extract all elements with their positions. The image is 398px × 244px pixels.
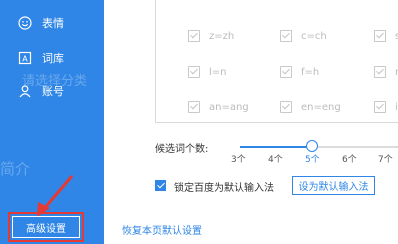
fuzzy-label: f=h	[301, 66, 320, 78]
lock-default-ime-label: 锁定百度为默认输入法	[174, 183, 274, 194]
ghost-intro-text: 简介	[0, 160, 31, 178]
checkbox[interactable]	[280, 66, 292, 78]
fuzzy-label: en=eng	[301, 101, 341, 113]
user-icon	[18, 84, 32, 98]
sidebar-item-label: 表情	[42, 17, 64, 30]
candidate-count-label: 候选词个数:	[155, 144, 209, 155]
slider-tick: 6个	[342, 155, 357, 165]
fuzzy-option[interactable]: an=ang	[188, 101, 249, 113]
fuzzy-option[interactable]: c=ch	[280, 30, 327, 42]
sidebar-item-label: 词库	[42, 52, 64, 65]
svg-text:A: A	[22, 55, 28, 64]
set-default-ime-button[interactable]: 设为默认输入法	[292, 176, 375, 195]
fuzzy-label: c=ch	[301, 30, 327, 42]
checkbox[interactable]	[280, 101, 292, 113]
fuzzy-option[interactable]: z=zh	[188, 30, 234, 42]
checkbox[interactable]	[188, 66, 200, 78]
fuzzy-option[interactable]: s	[374, 30, 398, 42]
candidate-slider-track[interactable]	[240, 146, 398, 148]
sidebar: 表情 A 词库 请选择分类 账号 简介 高级设置	[0, 0, 104, 244]
candidate-slider-thumb[interactable]	[306, 140, 318, 152]
dictionary-icon: A	[18, 51, 32, 65]
slider-tick-selected: 5个	[305, 155, 320, 165]
lock-default-ime-checkbox[interactable]	[155, 180, 166, 191]
sidebar-item-dictionary[interactable]: A 词库	[18, 49, 64, 67]
restore-defaults-link[interactable]: 恢复本页默认设置	[122, 222, 202, 237]
fuzzy-label: l=n	[209, 66, 227, 78]
slider-tick: 4个	[268, 155, 283, 165]
fuzzy-option[interactable]: r	[374, 66, 398, 78]
sidebar-item-emoji[interactable]: 表情	[18, 14, 64, 32]
checkbox[interactable]	[188, 30, 200, 42]
checkbox[interactable]	[374, 66, 386, 78]
smiley-icon	[18, 16, 32, 30]
sidebar-item-account[interactable]: 账号	[18, 82, 64, 100]
fuzzy-option[interactable]: en=eng	[280, 101, 341, 113]
red-arrow-annotation	[8, 175, 84, 242]
checkbox[interactable]	[374, 30, 386, 42]
checkbox[interactable]	[280, 30, 292, 42]
fuzzy-label: an=ang	[209, 101, 249, 113]
advanced-settings-button[interactable]: 高级设置	[12, 216, 80, 238]
slider-tick: 7个	[378, 155, 393, 165]
fuzzy-option[interactable]: l=n	[188, 66, 227, 78]
fuzzy-label: z=zh	[209, 30, 235, 42]
checkbox[interactable]	[374, 101, 386, 113]
slider-tick: 3个	[231, 155, 246, 165]
fuzzy-option[interactable]: in	[374, 101, 398, 113]
sidebar-item-label: 账号	[42, 85, 64, 98]
fuzzy-option[interactable]: f=h	[280, 66, 319, 78]
slider-fill	[240, 146, 310, 148]
checkbox[interactable]	[188, 101, 200, 113]
